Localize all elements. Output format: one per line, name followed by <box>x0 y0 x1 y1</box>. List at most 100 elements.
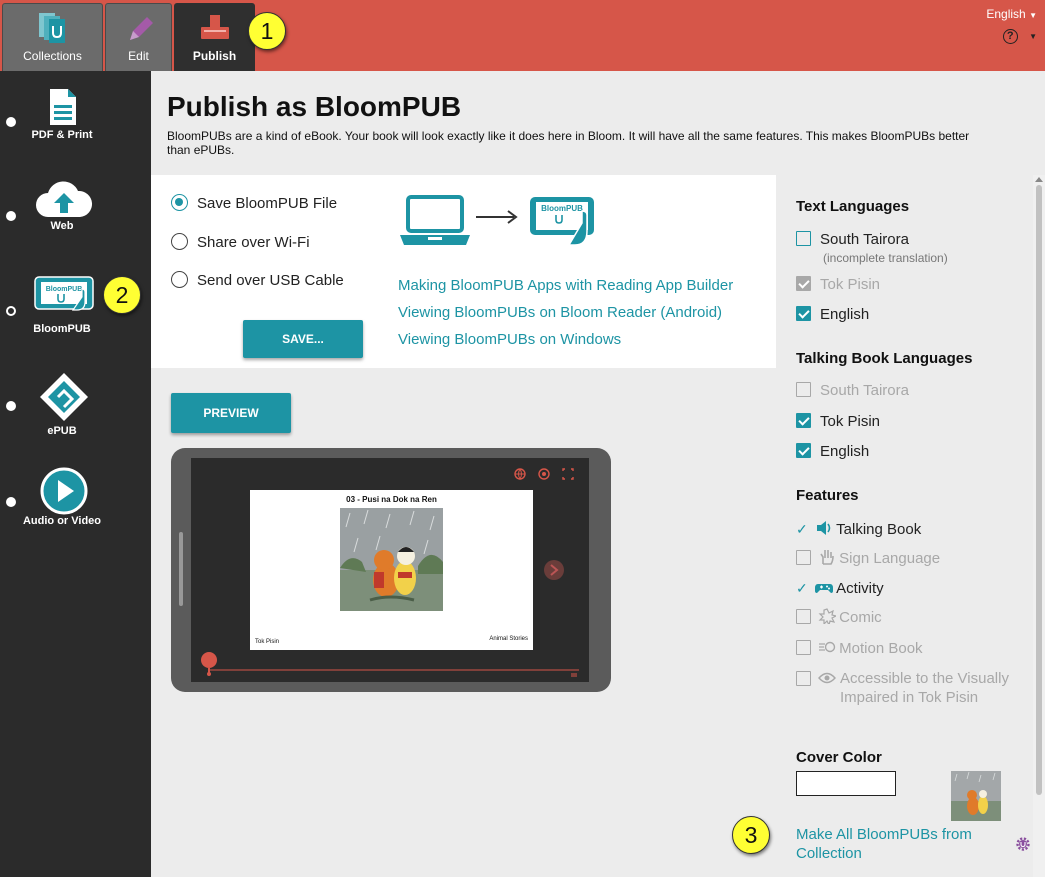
talking-lang-south-tairora: South Tairora <box>796 382 909 399</box>
audio-progress-bar[interactable] <box>199 648 581 678</box>
sidebar-dot <box>6 117 16 127</box>
checkbox-label: English <box>820 443 870 460</box>
method-radio-save-file[interactable]: Save BloomPUB File <box>171 194 337 212</box>
method-label: Send over USB Cable <box>197 272 344 289</box>
epub-icon <box>40 373 88 421</box>
checkbox-disabled <box>796 550 811 565</box>
reader-toolbar <box>514 468 574 480</box>
cover-color-swatch[interactable] <box>796 771 896 796</box>
link-bloompub-windows[interactable]: Viewing BloomPUBs on Windows <box>398 331 621 348</box>
talking-lang-english[interactable]: English <box>796 443 869 460</box>
preview-screen: 03 - Pusi na Dok na Ren Tok Pisin Animal… <box>191 458 589 682</box>
link-bloom-reader-android[interactable]: Viewing BloomPUBs on Bloom Reader (Andro… <box>398 304 722 321</box>
text-lang-south-tairora[interactable]: South Tairora <box>796 231 909 248</box>
checkbox-label: Tok Pisin <box>820 276 881 293</box>
feature-label: Talking Book <box>836 521 922 538</box>
feature-accessible-visually-impaired: Accessible to the Visually Impaired in T… <box>796 669 1021 707</box>
document-icon <box>50 89 76 125</box>
feature-motion-book: Motion Book <box>796 639 923 657</box>
fullscreen-icon[interactable] <box>562 468 574 480</box>
preview-page-category: Animal Stories <box>489 636 528 642</box>
make-all-bloompubs-link[interactable]: Make All BloomPUBs from Collection <box>796 825 1006 863</box>
gear-icon[interactable] <box>1015 836 1031 852</box>
chevron-down-icon: ▼ <box>1029 32 1037 41</box>
motion-icon <box>819 641 836 653</box>
tab-publish[interactable]: Publish <box>174 3 255 71</box>
radio-button[interactable] <box>171 233 188 250</box>
help-icon: ? <box>1002 29 1018 44</box>
sidebar-item-label: Web <box>50 220 74 232</box>
chevron-down-icon: ▼ <box>1029 11 1037 20</box>
feature-sign-language: Sign Language <box>796 549 940 567</box>
device-badge-text: BloomPUB <box>541 204 583 213</box>
bloompub-device-icon: BloomPUB <box>530 197 594 246</box>
method-label: Save BloomPUB File <box>197 195 338 212</box>
checkbox-disabled <box>796 671 811 686</box>
comic-burst-icon <box>818 608 837 624</box>
collections-icon <box>38 13 65 43</box>
checkmark-icon: ✓ <box>796 580 808 596</box>
record-icon[interactable] <box>538 468 550 480</box>
text-lang-english[interactable]: English <box>796 306 869 323</box>
preview-page-language: Tok Pisin <box>255 639 280 645</box>
checkbox-label: South Tairora <box>820 382 909 399</box>
ui-language-label: English <box>986 7 1026 21</box>
checkbox-disabled <box>796 382 811 397</box>
sidebar-item-audio-video[interactable]: Audio or Video <box>0 467 151 531</box>
sidebar-dot <box>6 497 16 507</box>
feature-label: Sign Language <box>839 550 941 567</box>
sidebar-item-label: Audio or Video <box>22 515 102 527</box>
radio-button[interactable] <box>171 271 188 288</box>
laptop-icon <box>400 195 470 245</box>
preview-button[interactable]: PREVIEW <box>171 393 291 433</box>
publish-method-sidebar: PDF & Print Web BloomPUB BloomPUB ePUB A… <box>0 71 151 877</box>
arrow-right-icon <box>476 210 518 224</box>
sidebar-item-web[interactable]: Web <box>0 181 151 241</box>
sidebar-item-epub[interactable]: ePUB <box>0 371 151 441</box>
checkbox-checked[interactable] <box>796 443 811 458</box>
checkmark-icon: ✓ <box>796 521 808 537</box>
gamepad-icon <box>815 584 834 593</box>
checkbox-checked-disabled <box>796 276 811 291</box>
talking-lang-tok-pisin[interactable]: Tok Pisin <box>796 413 880 430</box>
feature-label: Comic <box>839 609 882 626</box>
checkbox-checked[interactable] <box>796 306 811 321</box>
talking-book-languages-heading: Talking Book Languages <box>796 350 973 367</box>
page-description: BloomPUBs are a kind of eBook. Your book… <box>167 129 970 157</box>
publish-icon <box>200 15 229 39</box>
checkbox-checked[interactable] <box>796 413 811 428</box>
next-page-icon[interactable] <box>543 559 565 581</box>
feature-comic: Comic <box>796 608 882 626</box>
feature-activity: ✓ Activity <box>796 579 884 597</box>
method-radio-usb[interactable]: Send over USB Cable <box>171 271 344 289</box>
device-badge-text: BloomPUB <box>46 286 83 293</box>
laptop-to-device-illustration: BloomPUB <box>400 195 594 246</box>
story-illustration <box>340 508 443 611</box>
radio-button-selected[interactable] <box>171 194 188 211</box>
preview-page-title: 03 - Pusi na Dok na Ren <box>346 495 437 504</box>
help-menu[interactable]: ? ▼ <box>1002 28 1037 44</box>
play-icon <box>40 467 88 515</box>
checkbox-disabled <box>796 609 811 624</box>
method-radio-wifi[interactable]: Share over Wi-Fi <box>171 233 310 251</box>
link-reading-app-builder[interactable]: Making BloomPUB Apps with Reading App Bu… <box>398 277 733 294</box>
scrollbar-thumb[interactable] <box>1036 185 1042 795</box>
features-heading: Features <box>796 487 859 504</box>
bloompub-device-icon: BloomPUB <box>34 276 94 311</box>
ui-language-select[interactable]: English ▼ <box>986 7 1037 21</box>
top-bar: Collections Edit Publish English ▼ ? ▼ <box>0 0 1045 71</box>
scroll-up-arrow-icon[interactable] <box>1035 177 1043 182</box>
globe-icon[interactable] <box>514 468 526 480</box>
checkbox-label: English <box>820 306 870 323</box>
preview-page: 03 - Pusi na Dok na Ren Tok Pisin Animal… <box>250 490 533 650</box>
tab-collections[interactable]: Collections <box>2 3 103 71</box>
sidebar-item-pdf-print[interactable]: PDF & Print <box>0 87 151 167</box>
sidebar-item-label: ePUB <box>47 425 77 437</box>
progress-marker-icon[interactable] <box>201 652 217 676</box>
sidebar-dot-selected <box>6 306 16 316</box>
checkbox-label: Tok Pisin <box>820 413 881 430</box>
checkbox-unchecked[interactable] <box>796 231 811 246</box>
tab-edit[interactable]: Edit <box>105 3 172 71</box>
save-button[interactable]: SAVE... <box>243 320 363 358</box>
text-languages-heading: Text Languages <box>796 198 910 215</box>
